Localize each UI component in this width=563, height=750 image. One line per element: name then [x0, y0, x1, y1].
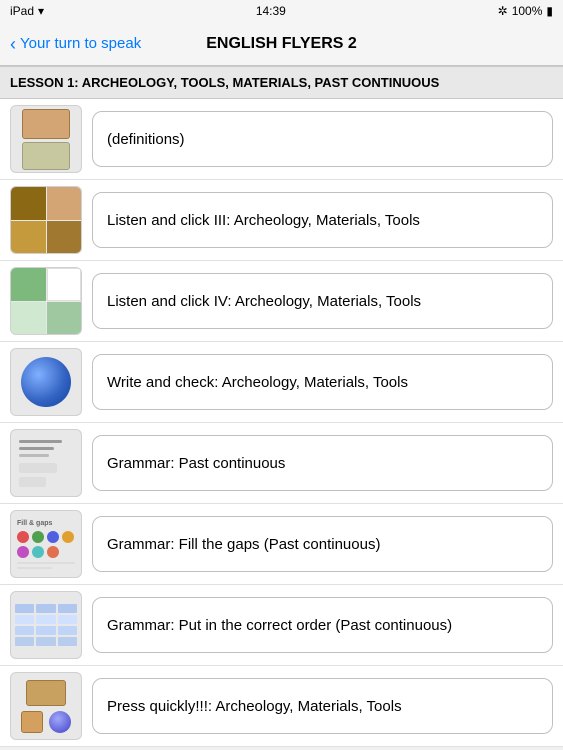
button-label: Grammar: Fill the gaps (Past continuous)	[107, 534, 380, 555]
thumb-lines	[11, 432, 81, 495]
thumbnail	[10, 429, 82, 497]
thumbnail	[10, 267, 82, 335]
lesson-button[interactable]: (definitions)	[92, 111, 553, 167]
button-label: Grammar: Put in the correct order (Past …	[107, 615, 452, 636]
lesson-button[interactable]: Listen and click IV: Archeology, Materia…	[92, 273, 553, 329]
battery-label: 100%	[512, 4, 543, 18]
nav-bar: ‹ Your turn to speak ENGLISH FLYERS 2	[0, 22, 563, 66]
thumbnail	[10, 186, 82, 254]
status-right: ✲ 100% ▮	[498, 4, 553, 18]
button-label: (definitions)	[107, 129, 185, 150]
device-label: iPad	[10, 4, 34, 18]
lesson-button[interactable]: Grammar: Put in the correct order (Past …	[92, 597, 553, 653]
button-label: Listen and click IV: Archeology, Materia…	[107, 291, 421, 312]
thumb-circle	[21, 357, 71, 407]
thumbnail: Fill & gaps	[10, 510, 82, 578]
list-item[interactable]: Press quickly!!!: Archeology, Materials,…	[0, 666, 563, 747]
button-label: Grammar: Past continuous	[107, 453, 285, 474]
thumb-grid	[11, 187, 81, 253]
list-item[interactable]: Grammar: Put in the correct order (Past …	[0, 585, 563, 666]
status-time: 14:39	[256, 4, 286, 18]
status-left: iPad ▾	[10, 4, 44, 18]
lesson-button[interactable]: Grammar: Past continuous	[92, 435, 553, 491]
thumbnail	[10, 672, 82, 740]
lesson-button[interactable]: Press quickly!!!: Archeology, Materials,…	[92, 678, 553, 734]
button-label: Listen and click III: Archeology, Materi…	[107, 210, 420, 231]
back-chevron-icon: ‹	[10, 35, 16, 53]
back-label: Your turn to speak	[20, 35, 141, 52]
thumbnail	[10, 105, 82, 173]
back-button[interactable]: ‹ Your turn to speak	[10, 35, 141, 53]
thumbnail	[10, 348, 82, 416]
button-label: Write and check: Archeology, Materials, …	[107, 372, 408, 393]
lesson-button[interactable]: Write and check: Archeology, Materials, …	[92, 354, 553, 410]
list-item[interactable]: Listen and click IV: Archeology, Materia…	[0, 261, 563, 342]
list-item[interactable]: Write and check: Archeology, Materials, …	[0, 342, 563, 423]
list-item[interactable]: Grammar: Past continuous	[0, 423, 563, 504]
lesson-button[interactable]: Listen and click III: Archeology, Materi…	[92, 192, 553, 248]
list-item[interactable]: Listen and click III: Archeology, Materi…	[0, 180, 563, 261]
thumbnail	[10, 591, 82, 659]
lesson-button[interactable]: Grammar: Fill the gaps (Past continuous)	[92, 516, 553, 572]
lesson-header: LESSON 1: ARCHEOLOGY, TOOLS, MATERIALS, …	[0, 66, 563, 99]
button-label: Press quickly!!!: Archeology, Materials,…	[107, 696, 402, 717]
nav-title: ENGLISH FLYERS 2	[206, 35, 357, 53]
battery-icon: ▮	[546, 4, 553, 18]
thumb-grid2	[11, 268, 81, 334]
status-bar: iPad ▾ 14:39 ✲ 100% ▮	[0, 0, 563, 22]
scroll-area[interactable]: (definitions) Listen and click III: Arch…	[0, 99, 563, 747]
bluetooth-icon: ✲	[498, 4, 508, 18]
list-item[interactable]: (definitions)	[0, 99, 563, 180]
list-item[interactable]: Fill & gaps Grammar: Fill the gaps (Past…	[0, 504, 563, 585]
wifi-icon: ▾	[38, 4, 44, 18]
